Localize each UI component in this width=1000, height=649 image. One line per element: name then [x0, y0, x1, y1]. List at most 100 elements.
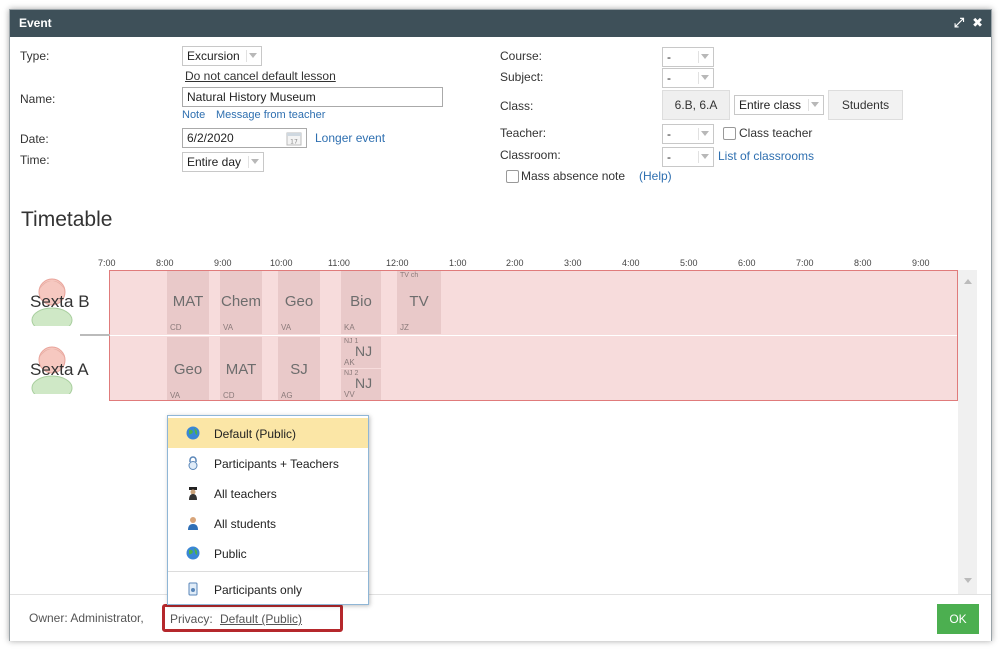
timetable-scrollbar[interactable] [958, 270, 977, 595]
subject-label: Subject: [500, 70, 544, 84]
hour-tick: 6:00 [738, 258, 756, 268]
chevron-down-icon [701, 54, 709, 59]
subject-select[interactable]: - [662, 68, 714, 88]
hour-tick: 8:00 [854, 258, 872, 268]
ok-button[interactable]: OK [937, 604, 979, 634]
lesson-teacher: AG [281, 391, 293, 400]
student-icon [188, 517, 198, 530]
class-scope-select[interactable]: Entire class [734, 95, 824, 115]
scroll-up-icon[interactable] [964, 279, 972, 284]
lesson-cell[interactable]: MAT CD [220, 337, 262, 400]
privacy-option-participants-teachers[interactable]: Participants + Teachers [168, 448, 368, 478]
lesson-cell[interactable]: Chem VA [220, 271, 262, 334]
course-select[interactable]: - [662, 47, 714, 67]
maximize-icon[interactable]: ⤢ [954, 15, 964, 30]
type-select-value: Excursion [187, 49, 240, 63]
students-button[interactable]: Students [828, 90, 903, 120]
mass-absence-label: Mass absence note [521, 169, 626, 183]
name-label: Name: [20, 92, 56, 106]
course-select-value: - [667, 50, 671, 64]
chevron-down-icon [701, 131, 709, 136]
time-select[interactable]: Entire day [182, 152, 264, 172]
teacher-label: Teacher: [500, 126, 547, 140]
lesson-teacher: VA [170, 391, 181, 400]
hour-tick: 10:00 [270, 258, 293, 268]
event-dialog: Event ⤢ ✖ Type: Excursion Do not cancel d… [9, 9, 992, 641]
lesson-teacher: AK [344, 358, 355, 367]
class-value[interactable]: 6.B, 6.A [662, 90, 730, 120]
timetable-title: Timetable [21, 208, 113, 231]
note-link[interactable]: Note [182, 109, 205, 121]
privacy-option-all-students[interactable]: All students [168, 508, 368, 538]
privacy-option-label: Default (Public) [214, 427, 297, 441]
privacy-option-public[interactable]: Public [168, 538, 368, 568]
list-of-classrooms-link[interactable]: List of classrooms [718, 149, 814, 163]
privacy-highlight-box [162, 604, 343, 632]
privacy-option-participants-only[interactable]: Participants only [168, 574, 368, 604]
privacy-dropdown-menu: Default (Public) Participants + Teachers… [167, 415, 369, 605]
time-label: Time: [20, 153, 50, 167]
hour-tick: 8:00 [156, 258, 174, 268]
lesson-teacher: VV [344, 390, 355, 399]
class-scope-value: Entire class [739, 98, 802, 112]
privacy-option-label: Participants + Teachers [214, 457, 339, 471]
date-input[interactable]: 6/2/2020 17 [182, 128, 307, 148]
lesson-cell[interactable]: NJ 2 NJ VV [341, 369, 381, 400]
lesson-subject: TV [409, 293, 429, 310]
lesson-cell[interactable]: Geo VA [167, 337, 209, 400]
help-link[interactable]: (Help) [639, 169, 672, 183]
teacher-select[interactable]: - [662, 124, 714, 144]
name-input[interactable]: Natural History Museum [182, 87, 443, 107]
close-icon[interactable]: ✖ [972, 15, 983, 30]
lesson-teacher: CD [170, 323, 182, 332]
chevron-down-icon [701, 75, 709, 80]
lesson-teacher: CD [223, 391, 235, 400]
dialog-footer [10, 594, 991, 641]
course-label: Course: [500, 49, 543, 63]
privacy-option-all-teachers[interactable]: All teachers [168, 478, 368, 508]
lesson-teacher: JZ [400, 323, 409, 332]
class-teacher-checkbox[interactable] [723, 127, 736, 140]
privacy-option-default-public[interactable]: Default (Public) [168, 418, 368, 448]
lesson-subject: MAT [225, 361, 257, 378]
lesson-cell[interactable]: NJ 1 NJ AK [341, 337, 381, 368]
participants-icon [188, 582, 198, 596]
privacy-option-label: All teachers [214, 487, 277, 501]
privacy-option-label: Public [214, 547, 247, 561]
lesson-teacher: VA [281, 323, 292, 332]
lesson-subject: Bio [350, 293, 372, 310]
mass-absence-checkbox[interactable] [506, 170, 519, 183]
time-select-value: Entire day [187, 155, 242, 169]
globe-icon [186, 426, 200, 440]
lesson-teacher: VA [223, 323, 234, 332]
calendar-icon[interactable]: 17 [286, 130, 302, 146]
globe-icon [186, 546, 200, 560]
message-from-teacher-link[interactable]: Message from teacher [216, 109, 325, 121]
longer-event-link[interactable]: Longer event [315, 131, 385, 145]
lesson-subject: NJ [355, 375, 373, 391]
chevron-down-icon [701, 154, 709, 159]
hour-tick: 11:00 [328, 258, 350, 268]
lesson-cell[interactable]: MAT CD [167, 271, 209, 334]
type-select[interactable]: Excursion [182, 46, 262, 66]
lesson-cell[interactable]: Bio KA [341, 271, 381, 334]
privacy-option-label: All students [214, 517, 277, 531]
lesson-cell[interactable]: Geo VA [278, 271, 320, 334]
privacy-option-label: Participants only [214, 583, 303, 597]
classroom-select[interactable]: - [662, 147, 714, 167]
hour-tick: 9:00 [214, 258, 232, 268]
lesson-subject: NJ [355, 343, 373, 359]
scroll-down-icon[interactable] [964, 578, 972, 583]
hour-tick: 4:00 [622, 258, 640, 268]
subject-select-value: - [667, 71, 671, 85]
do-not-cancel-link[interactable]: Do not cancel default lesson [185, 69, 336, 83]
lesson-cell[interactable]: SJ AG [278, 337, 320, 400]
lesson-cell[interactable]: TV ch TV JZ [397, 271, 441, 334]
hour-tick: 5:00 [680, 258, 698, 268]
teacher-icon [189, 487, 197, 500]
hour-tick: 7:00 [98, 258, 116, 268]
row-name: Sexta A [30, 360, 89, 379]
hour-tick: 3:00 [564, 258, 582, 268]
hour-tick: 1:00 [449, 258, 467, 268]
owner-text: Owner: Administrator, [29, 611, 144, 625]
